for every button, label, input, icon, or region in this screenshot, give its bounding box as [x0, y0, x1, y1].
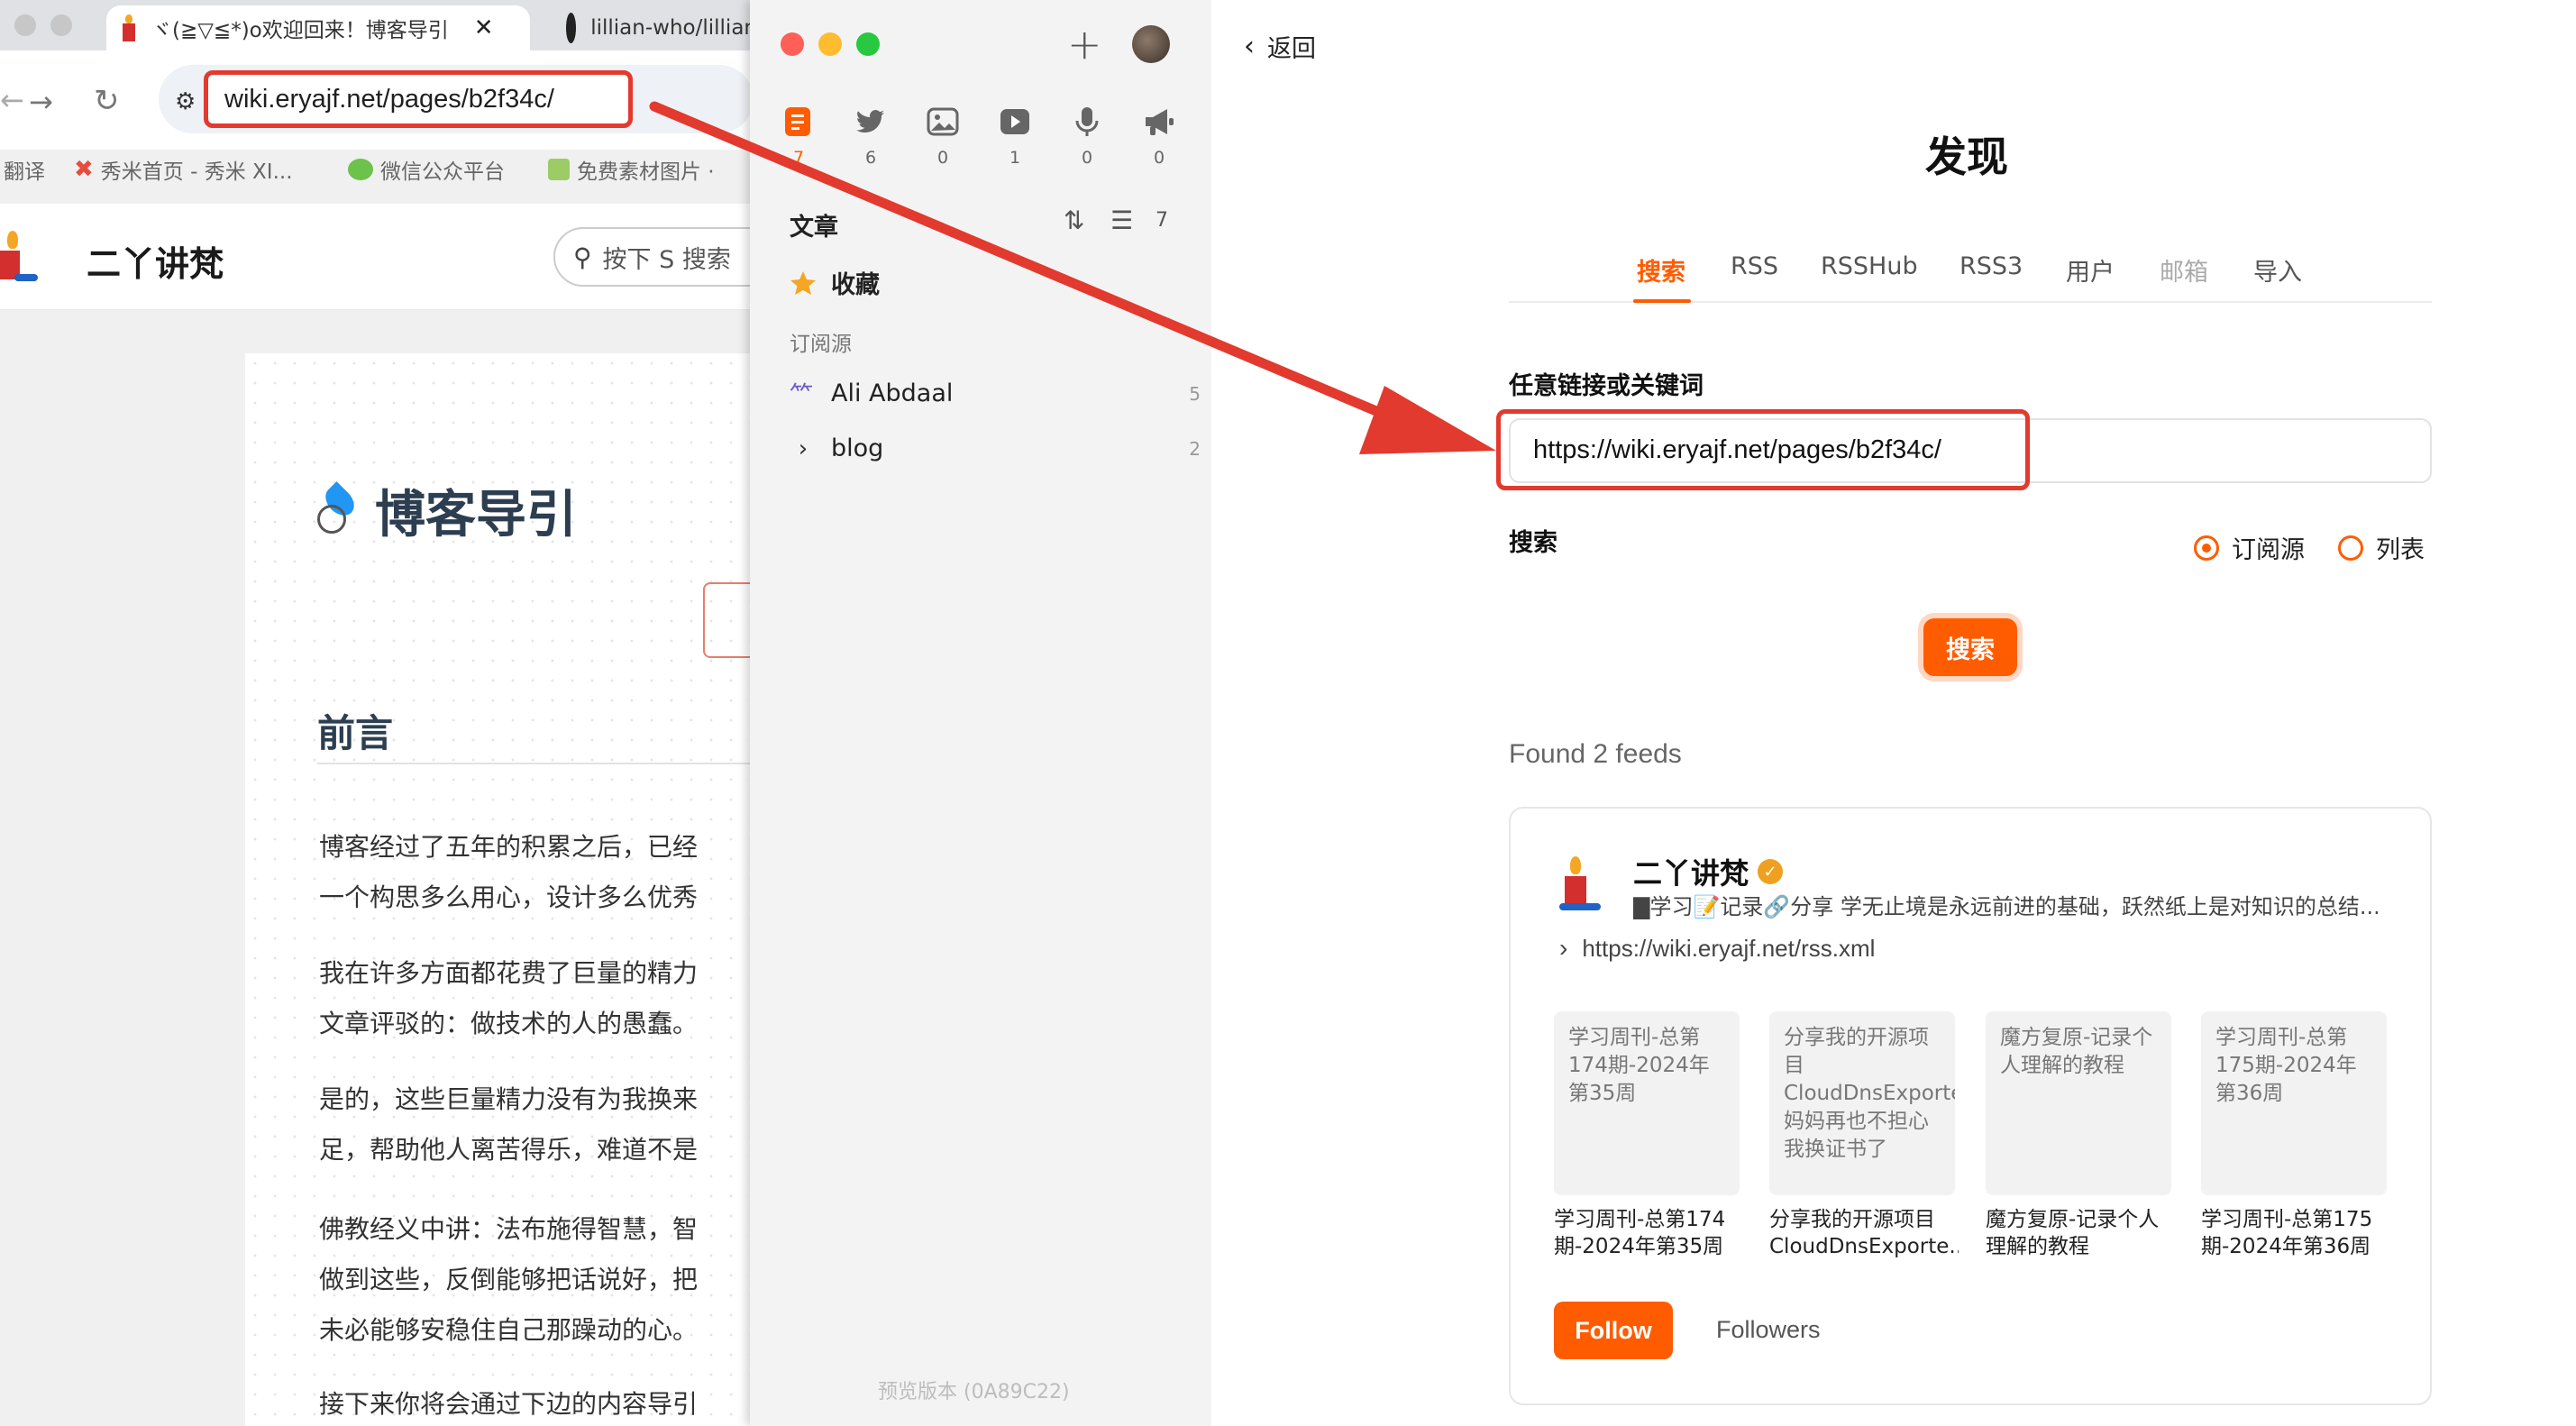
- annotation-arrow: [649, 101, 1496, 454]
